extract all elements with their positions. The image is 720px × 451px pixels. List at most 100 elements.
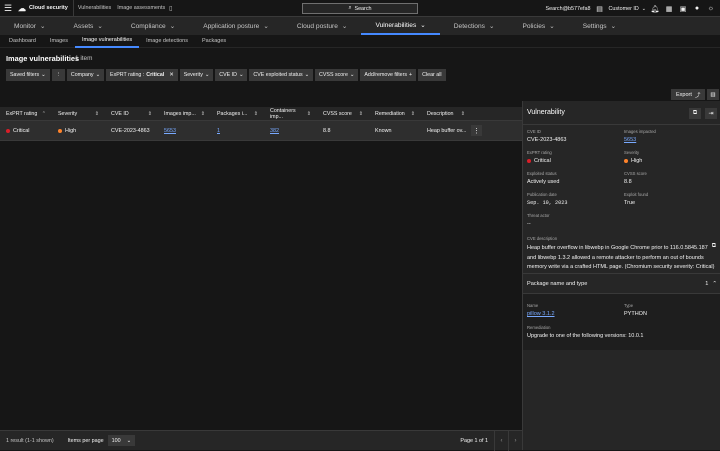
tab-image-detections[interactable]: Image detections [139, 35, 195, 48]
chip-label: Company [70, 72, 94, 78]
chevron-down-icon: ⌄ [304, 72, 310, 78]
nav-monitor[interactable]: Monitor ⌄ [0, 17, 60, 35]
nav-detections[interactable]: Detections ⌄ [440, 17, 509, 35]
result-summary: 1 result (1-1 shown) [6, 437, 54, 444]
cell-cve: CVE-2023-4863 [111, 127, 150, 134]
field-label: CVSS score [624, 171, 647, 176]
field-label: CVE ID [527, 129, 541, 134]
breadcrumb-vulnerabilities[interactable]: Vulnerabilities [72, 0, 115, 17]
col-exprt-rating[interactable]: ExPRT rating ⌃ [0, 107, 52, 121]
cve-id-filter[interactable]: CVE ID ⌄ [215, 69, 248, 81]
user-avatar-icon[interactable]: ● [692, 5, 702, 12]
col-remediation[interactable]: Remediation ⇕ [369, 107, 421, 121]
chevron-down-icon: ⌄ [126, 437, 132, 444]
package-name-link[interactable]: pillow 3.1.2 [527, 311, 555, 317]
table-row[interactable]: Critical High CVE-2023-4863 5653 1 382 8… [0, 121, 522, 141]
company-filter[interactable]: Company ⌄ [66, 69, 105, 81]
workspace-icon[interactable]: ▦ [664, 5, 674, 13]
items-per-page-select[interactable]: 100 ⌄ [107, 435, 136, 446]
menu-icon[interactable]: ☰ [0, 0, 16, 17]
high-status-dot [624, 159, 628, 163]
global-search-button[interactable]: ⌕ Search [302, 3, 418, 14]
col-cvss-score[interactable]: CVSS score ⇕ [317, 107, 369, 121]
open-in-new-icon[interactable]: ⧉ [689, 108, 701, 119]
cell-description: Heap buffer ov... [427, 127, 467, 134]
overflow-menu-button[interactable]: ⋮ [51, 69, 65, 81]
col-description[interactable]: Description ⇕ [421, 107, 471, 121]
col-cve-id[interactable]: CVE ID ⇕ [105, 107, 158, 121]
severity-filter[interactable]: Severity ⌄ [179, 69, 214, 81]
export-icon: ⤴ [694, 92, 701, 99]
field-package-remediation: Remediation Upgrade to one of the follow… [527, 325, 717, 339]
next-page-icon[interactable]: › [508, 430, 522, 451]
nav-label: Vulnerabilities [375, 21, 417, 29]
sort-icon: ⇕ [358, 110, 363, 117]
col-packages-impacted[interactable]: Packages i... ⇕ [211, 107, 264, 121]
copy-icon[interactable]: ⧉ [712, 243, 716, 250]
chevron-down-icon: ⌄ [95, 72, 101, 78]
close-panel-icon[interactable]: ⇥ [705, 108, 717, 119]
bookmark-icon[interactable]: ▯ [169, 5, 172, 12]
cell-containers: 382 [264, 121, 317, 141]
cell-remediation: Known [375, 127, 392, 134]
table-icon[interactable]: ▤ [595, 5, 605, 13]
chat-icon[interactable]: ▣ [678, 5, 688, 13]
column-settings-button[interactable]: ▥ [707, 89, 719, 100]
package-accordion-header[interactable]: Package name and type 1 ⌃ [523, 273, 720, 294]
field-exprt-rating: ExPRT rating Critical [527, 150, 624, 171]
chevron-down-icon: ⌄ [641, 5, 646, 12]
field-label: CVE description [527, 236, 558, 241]
nav-settings[interactable]: Settings ⌄ [569, 17, 630, 35]
nav-application-posture[interactable]: Application posture ⌄ [189, 17, 283, 35]
breadcrumb-image-assessments[interactable]: Image assessments ▯ [117, 5, 172, 12]
col-containers-impacted[interactable]: Containers imp... ⇕ [264, 107, 317, 121]
tab-images[interactable]: Images [43, 35, 75, 48]
field-value: Actively used [527, 179, 560, 185]
col-images-impacted[interactable]: Images imp... ⇕ [158, 107, 211, 121]
col-label: ExPRT rating [6, 110, 38, 117]
chip-label: CVSS score [319, 72, 348, 78]
col-severity[interactable]: Severity ⇕ [52, 107, 105, 121]
nav-policies[interactable]: Policies ⌄ [508, 17, 568, 35]
sort-icon: ⇕ [253, 110, 258, 117]
field-cve-description: CVE description Heap buffer overflow in … [527, 236, 716, 273]
saved-filters-dropdown[interactable]: Saved filters ⌄ [6, 69, 50, 81]
images-impacted-link[interactable]: 5653 [164, 128, 176, 134]
field-label: Images impacted [624, 129, 656, 134]
close-icon[interactable]: ✕ [169, 72, 173, 78]
page-title: Image vulnerabilities [6, 54, 80, 63]
images-impacted-link[interactable]: 5653 [624, 137, 636, 143]
export-button[interactable]: Export ⤴ [671, 89, 706, 100]
field-value: High [631, 158, 643, 164]
nav-cloud-posture[interactable]: Cloud posture ⌄ [283, 17, 362, 35]
cve-exploited-status-filter[interactable]: CVE exploited status ⌄ [249, 69, 314, 81]
package-count: 1 [705, 280, 709, 287]
theme-toggle-icon[interactable]: ☼ [706, 5, 716, 12]
col-label: CVSS score [323, 110, 352, 117]
notification-bell-icon[interactable]: 🔔︎ [650, 5, 660, 13]
overflow-menu-icon: ⋮ [55, 72, 61, 78]
nav-compliance[interactable]: Compliance ⌄ [117, 17, 189, 35]
nav-assets[interactable]: Assets ⌄ [60, 17, 117, 35]
cvss-score-filter[interactable]: CVSS score ⌄ [315, 69, 359, 81]
tab-dashboard[interactable]: Dashboard [2, 35, 43, 48]
previous-page-icon[interactable]: ‹ [494, 430, 508, 451]
add-remove-filters-button[interactable]: Add/remove filters + [360, 69, 417, 81]
chevron-up-icon: ⌃ [712, 280, 717, 287]
section-title: Package name and type [527, 280, 588, 287]
tab-packages[interactable]: Packages [195, 35, 233, 48]
tab-image-vulnerabilities[interactable]: Image vulnerabilities [74, 35, 140, 48]
field-label: Type [624, 303, 634, 308]
containers-impacted-link[interactable]: 382 [270, 128, 279, 134]
panel-actions: ⧉ ⇥ [689, 108, 717, 119]
packages-impacted-link[interactable]: 1 [217, 128, 220, 134]
exprt-rating-filter[interactable]: ExPRT rating : Critical ✕ [106, 69, 178, 81]
main-navigation: Monitor ⌄ Assets ⌄ Compliance ⌄ Application… [0, 17, 720, 35]
nav-vulnerabilities[interactable]: Vulnerabilities ⌄ [361, 17, 440, 35]
customer-id-dropdown[interactable]: Customer ID ⌄ [609, 6, 646, 12]
row-overflow-menu-icon[interactable]: ⋮ [471, 125, 482, 136]
field-label: Name [527, 303, 539, 308]
chip-label: Severity [183, 72, 203, 78]
brand[interactable]: ☁ Cloud security [16, 4, 68, 13]
clear-all-button[interactable]: Clear all [418, 69, 446, 81]
